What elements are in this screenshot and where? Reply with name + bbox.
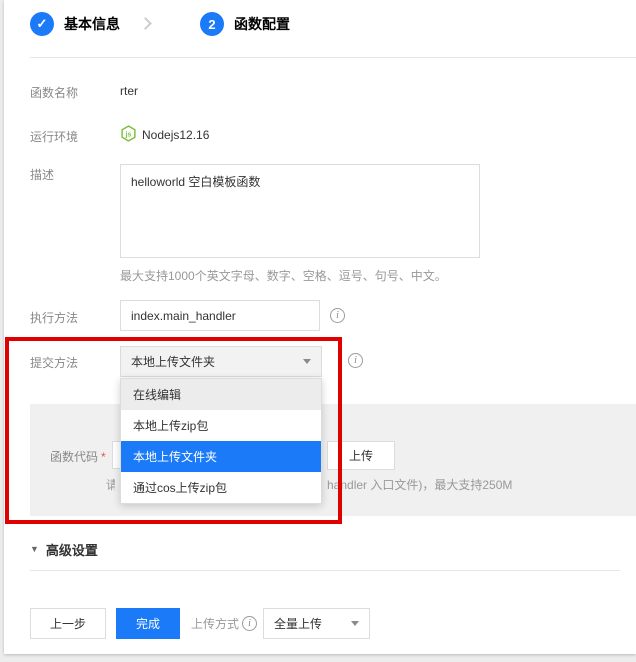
finish-button[interactable]: 完成 (116, 608, 180, 639)
handler-info-icon[interactable]: i (330, 308, 345, 323)
description-hint: 最大支持1000个英文字母、数字、空格、逗号、句号、中文。 (120, 267, 447, 284)
description-value: helloworld 空白模板函数 (131, 175, 260, 189)
step2-number: 2 (208, 17, 215, 32)
check-icon: ✓ (37, 16, 48, 32)
handler-input[interactable]: index.main_handler (120, 300, 320, 331)
code-hint-clipped: 请 (106, 476, 115, 493)
advanced-settings-toggle[interactable]: ▼ 高级设置 (30, 540, 98, 559)
svg-text:js: js (125, 131, 132, 138)
upload-mode-value: 全量上传 (274, 615, 322, 632)
create-function-wizard-screen: ✓ 基本信息 2 函数配置 函数名称 rter 运行环境 js Nodejs12… (0, 0, 636, 662)
dropdown-option-online-edit[interactable]: 在线编辑 (121, 379, 321, 410)
header-divider (30, 57, 636, 58)
submit-method-dropdown: 在线编辑 本地上传zip包 本地上传文件夹 通过cos上传zip包 (120, 378, 322, 504)
submit-method-info-icon[interactable]: i (348, 353, 363, 368)
step2-label: 函数配置 (234, 14, 290, 34)
upload-mode-label: 上传方式 (191, 615, 239, 632)
step2-number-circle: 2 (200, 12, 224, 36)
handler-value: index.main_handler (131, 309, 236, 323)
upload-mode-label-group: 上传方式 i (191, 608, 257, 639)
submit-method-value: 本地上传文件夹 (131, 353, 215, 370)
description-textarea[interactable]: helloworld 空白模板函数 (120, 164, 480, 258)
runtime-value: Nodejs12.16 (142, 128, 209, 142)
required-asterisk: * (101, 450, 106, 464)
submit-method-select[interactable]: 本地上传文件夹 (120, 346, 322, 377)
upload-mode-info-icon[interactable]: i (242, 616, 257, 631)
description-label: 描述 (30, 166, 54, 183)
wizard-step-basic-info[interactable]: ✓ 基本信息 (30, 12, 120, 36)
function-code-label: 函数代码* (50, 448, 106, 465)
previous-step-button[interactable]: 上一步 (30, 608, 106, 639)
chevron-down-icon (303, 359, 311, 364)
function-name-value: rter (120, 84, 138, 98)
dropdown-option-cos-zip[interactable]: 通过cos上传zip包 (121, 472, 321, 503)
handler-label: 执行方法 (30, 309, 78, 326)
function-name-label: 函数名称 (30, 84, 78, 101)
upload-mode-select[interactable]: 全量上传 (263, 608, 370, 639)
code-hint-text: handler 入口文件)，最大支持250M (327, 476, 512, 493)
chevron-down-icon (351, 621, 359, 626)
wizard-step-function-config[interactable]: 2 函数配置 (200, 12, 290, 36)
advanced-settings-label: 高级设置 (46, 540, 98, 559)
step1-done-circle: ✓ (30, 12, 54, 36)
footer-divider (30, 570, 620, 571)
dropdown-option-upload-zip[interactable]: 本地上传zip包 (121, 410, 321, 441)
runtime-label: 运行环境 (30, 128, 78, 145)
triangle-down-icon: ▼ (30, 545, 39, 554)
step1-label: 基本信息 (64, 14, 120, 34)
submit-method-label: 提交方法 (30, 354, 78, 371)
dropdown-option-upload-folder[interactable]: 本地上传文件夹 (121, 441, 321, 472)
upload-button[interactable]: 上传 (327, 441, 395, 470)
nodejs-icon: js (120, 125, 137, 142)
content-card (4, 0, 636, 654)
